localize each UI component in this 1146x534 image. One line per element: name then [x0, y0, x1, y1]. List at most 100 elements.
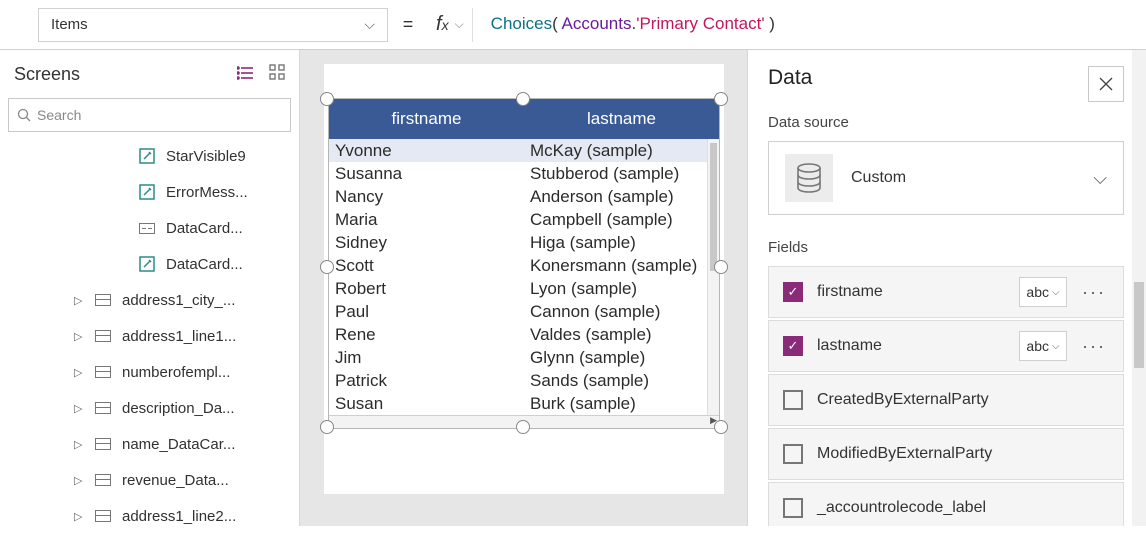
- field-checkbox[interactable]: [783, 390, 803, 410]
- resize-handle[interactable]: [320, 420, 334, 434]
- field-row[interactable]: CreatedByExternalParty: [768, 374, 1124, 426]
- group-icon: [94, 435, 112, 453]
- expand-caret-icon[interactable]: ▷: [74, 402, 88, 415]
- field-row[interactable]: ✓ lastnameabc⌵ ···: [768, 320, 1124, 372]
- data-source-name: Custom: [851, 169, 906, 187]
- tree-item[interactable]: DataCard...: [0, 246, 299, 282]
- field-name: lastname: [817, 337, 1019, 355]
- close-button[interactable]: [1088, 66, 1124, 102]
- cell-firstname: Paul: [329, 302, 524, 322]
- tree-item[interactable]: DataCard...: [0, 210, 299, 246]
- tree-item[interactable]: ▷numberofempl...: [0, 354, 299, 390]
- cell-lastname: Higa (sample): [524, 233, 719, 253]
- vertical-scrollbar[interactable]: [707, 139, 719, 415]
- cell-lastname: Glynn (sample): [524, 348, 719, 368]
- data-table-body: YvonneMcKay (sample)SusannaStubberod (sa…: [329, 139, 719, 415]
- resize-handle[interactable]: [714, 260, 728, 274]
- fields-label: Fields: [768, 239, 1124, 256]
- group-icon: [94, 327, 112, 345]
- tree-item[interactable]: ▷address1_line1...: [0, 318, 299, 354]
- tree-item-label: DataCard...: [166, 220, 243, 237]
- property-select[interactable]: Items ⌵: [38, 8, 388, 42]
- field-row[interactable]: ✓firstnameabc⌵···: [768, 266, 1124, 318]
- tree-item-label: name_DataCar...: [122, 436, 235, 453]
- field-more-button[interactable]: ···: [1075, 282, 1113, 303]
- search-icon: [17, 108, 31, 122]
- field-type-select[interactable]: abc⌵: [1019, 277, 1067, 307]
- expand-caret-icon[interactable]: ▷: [74, 510, 88, 523]
- data-panel: Data Data source Custom ⌵ Fields ✓firstn…: [747, 50, 1146, 526]
- tree-item[interactable]: ▷description_Da...: [0, 390, 299, 426]
- field-row[interactable]: _accountrolecode_label: [768, 482, 1124, 526]
- chevron-down-icon: ⌵: [1093, 168, 1107, 189]
- formula-token-fn: Choices: [491, 14, 552, 33]
- tree-item[interactable]: StarVisible9: [0, 138, 299, 174]
- resize-handle[interactable]: [320, 92, 334, 106]
- field-name: _accountrolecode_label: [817, 499, 1113, 517]
- field-checkbox[interactable]: ✓: [783, 282, 803, 302]
- resize-handle[interactable]: [516, 420, 530, 434]
- expand-caret-icon[interactable]: ▷: [74, 474, 88, 487]
- field-checkbox[interactable]: [783, 498, 803, 518]
- formula-token-member: 'Primary Contact': [636, 14, 764, 33]
- table-row[interactable]: SusanBurk (sample): [329, 392, 719, 415]
- table-row[interactable]: MariaCampbell (sample): [329, 208, 719, 231]
- canvas[interactable]: firstname lastname YvonneMcKay (sample)S…: [300, 50, 747, 526]
- data-table[interactable]: firstname lastname YvonneMcKay (sample)S…: [328, 98, 720, 429]
- table-row[interactable]: RobertLyon (sample): [329, 277, 719, 300]
- cell-lastname: Cannon (sample): [524, 302, 719, 322]
- table-row[interactable]: NancyAnderson (sample): [329, 185, 719, 208]
- table-row[interactable]: PatrickSands (sample): [329, 369, 719, 392]
- cell-lastname: Valdes (sample): [524, 325, 719, 345]
- formula-input[interactable]: Choices( Accounts.'Primary Contact' ): [473, 14, 1146, 35]
- table-row[interactable]: YvonneMcKay (sample): [329, 139, 719, 162]
- panel-scrollbar[interactable]: [1132, 50, 1146, 526]
- field-type-select[interactable]: abc⌵: [1019, 331, 1067, 361]
- fx-button[interactable]: fx ⌵: [428, 8, 473, 42]
- resize-handle[interactable]: [320, 260, 334, 274]
- search-input[interactable]: Search: [8, 98, 291, 132]
- table-row[interactable]: ReneValdes (sample): [329, 323, 719, 346]
- field-checkbox[interactable]: ✓: [783, 336, 803, 356]
- cell-firstname: Scott: [329, 256, 524, 276]
- data-source-select[interactable]: Custom ⌵: [768, 141, 1124, 215]
- cell-firstname: Robert: [329, 279, 524, 299]
- tree-item[interactable]: ▷address1_line2...: [0, 498, 299, 534]
- resize-handle[interactable]: [714, 92, 728, 106]
- grid-view-icon[interactable]: [269, 67, 285, 84]
- fx-icon: fx: [436, 13, 449, 36]
- formula-token-id: Accounts: [562, 14, 632, 33]
- screens-panel: Screens Search StarVisible9 ErrorMess... D…: [0, 50, 300, 526]
- table-row[interactable]: JimGlynn (sample): [329, 346, 719, 369]
- field-checkbox[interactable]: [783, 444, 803, 464]
- expand-caret-icon[interactable]: ▷: [74, 294, 88, 307]
- list-view-icon[interactable]: [237, 67, 259, 84]
- column-header-firstname[interactable]: firstname: [329, 109, 524, 129]
- cell-lastname: McKay (sample): [524, 141, 719, 161]
- field-row[interactable]: ModifiedByExternalParty: [768, 428, 1124, 480]
- resize-handle[interactable]: [516, 92, 530, 106]
- column-header-lastname[interactable]: lastname: [524, 109, 719, 129]
- tree-item-label: StarVisible9: [166, 148, 246, 165]
- tree-item[interactable]: ErrorMess...: [0, 174, 299, 210]
- tree-item[interactable]: ▷address1_city_...: [0, 282, 299, 318]
- search-placeholder: Search: [37, 107, 81, 123]
- table-row[interactable]: SusannaStubberod (sample): [329, 162, 719, 185]
- expand-caret-icon[interactable]: ▷: [74, 330, 88, 343]
- screens-title: Screens: [14, 64, 80, 85]
- table-row[interactable]: SidneyHiga (sample): [329, 231, 719, 254]
- expand-caret-icon[interactable]: ▷: [74, 438, 88, 451]
- expand-caret-icon[interactable]: ▷: [74, 366, 88, 379]
- resize-handle[interactable]: [714, 420, 728, 434]
- equals-icon: =: [388, 14, 428, 35]
- table-row[interactable]: PaulCannon (sample): [329, 300, 719, 323]
- tree-item[interactable]: ▷ name_DataCar...: [0, 426, 299, 462]
- field-more-button[interactable]: ···: [1075, 336, 1113, 357]
- app-screen: firstname lastname YvonneMcKay (sample)S…: [324, 64, 724, 494]
- tree-item[interactable]: ▷revenue_Data...: [0, 462, 299, 498]
- cell-firstname: Nancy: [329, 187, 524, 207]
- group-icon: [94, 471, 112, 489]
- data-panel-title: Data: [768, 66, 812, 90]
- cell-firstname: Susanna: [329, 164, 524, 184]
- table-row[interactable]: ScottKonersmann (sample): [329, 254, 719, 277]
